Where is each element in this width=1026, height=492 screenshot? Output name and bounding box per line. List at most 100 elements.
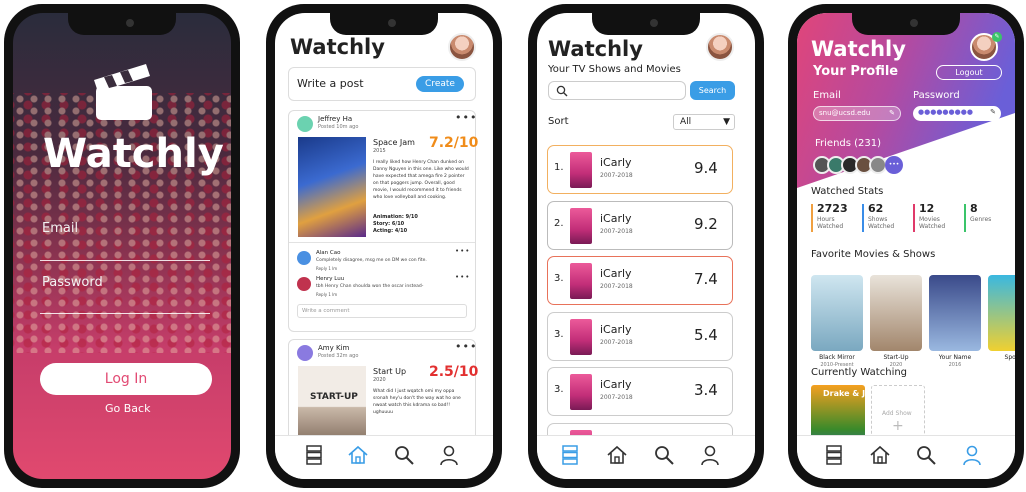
show-row[interactable]: 3. iCarly 2007-2018 5.4 (547, 311, 733, 361)
post-time: Posted 32m ago (318, 353, 359, 359)
show-years: 2007-2018 (600, 394, 633, 401)
stat-bar (862, 204, 864, 232)
email-label: Email (42, 221, 79, 236)
app-title: Watchly (811, 37, 906, 61)
search-icon[interactable] (915, 444, 937, 466)
sort-select[interactable]: All ▼ (673, 114, 735, 130)
movie-year: 2020 (373, 377, 386, 383)
password-field[interactable]: ●●●●●●●●● ✎ (913, 106, 1001, 121)
app-title: Watchly (43, 131, 224, 177)
movie-year: 2015 (373, 148, 386, 154)
rank: 3. (554, 273, 564, 284)
more-icon[interactable]: ••• (455, 111, 477, 124)
add-show-label: Add Show (882, 410, 912, 417)
show-score: 9.2 (694, 214, 718, 233)
section-title: Favorite Movies & Shows (811, 249, 936, 260)
profile-avatar[interactable] (706, 33, 734, 61)
rank: 1. (554, 162, 564, 173)
comment-user: Henry Luu (316, 276, 345, 282)
show-score: 7.4 (694, 270, 718, 288)
password-label: Password (42, 275, 103, 290)
email-label: Email (813, 90, 841, 101)
reply-link[interactable]: Reply 1 lm (316, 266, 337, 271)
create-button[interactable]: Create (416, 76, 464, 92)
post-user: Amy Kim (318, 344, 350, 352)
acting-rating: Acting: 4/10 (373, 228, 408, 234)
edit-icon[interactable]: ✎ (990, 108, 996, 116)
show-years: 2007-2018 (600, 283, 633, 290)
search-icon (556, 85, 568, 97)
friends-count[interactable]: Friends (231) (815, 138, 881, 149)
more-icon[interactable]: ••• (455, 273, 470, 281)
stat-bar (913, 204, 915, 232)
more-icon[interactable]: ••• (455, 340, 477, 353)
write-post-card[interactable]: Write a post Create (288, 67, 476, 101)
notch (852, 13, 960, 35)
logout-button[interactable]: Logout (936, 65, 1002, 80)
favorite-poster[interactable] (870, 275, 922, 351)
more-icon[interactable]: ••• (455, 247, 470, 255)
show-row[interactable]: 1. iCarly 2007-2018 9.4 (547, 145, 733, 194)
avatar (297, 251, 311, 265)
home-icon[interactable] (606, 444, 628, 466)
poster-title: START-UP (310, 392, 358, 402)
reply-link[interactable]: Reply 1 lm (316, 292, 337, 297)
favorite-poster[interactable] (988, 275, 1015, 351)
user-icon[interactable] (699, 444, 721, 466)
movie-title: Space Jam (373, 138, 415, 147)
edit-avatar-icon[interactable]: ✎ (992, 32, 1002, 42)
search-button[interactable]: Search (690, 81, 735, 100)
feed-screen: Watchly Write a post Create Jeffrey Ha P… (275, 13, 493, 479)
email-field[interactable] (40, 260, 210, 261)
bottom-nav (537, 435, 755, 479)
show-score: 9.4 (694, 159, 718, 177)
user-icon[interactable] (961, 444, 983, 466)
show-score: 5.4 (694, 325, 718, 344)
show-title: iCarly (600, 267, 632, 280)
more-friends-button[interactable]: ••• (885, 156, 903, 174)
search-icon[interactable] (653, 444, 675, 466)
favorite-poster[interactable] (811, 275, 863, 351)
search-input[interactable] (548, 81, 686, 100)
login-button[interactable]: Log In (40, 363, 212, 395)
password-field[interactable] (40, 313, 210, 314)
stat-bar (811, 204, 813, 232)
movie-score: 2.5/10 (429, 364, 479, 380)
favorite-years: 2016 (948, 362, 962, 368)
home-icon[interactable] (869, 444, 891, 466)
show-title: iCarly (600, 156, 632, 169)
email-value: snu@ucsd.edu (819, 109, 871, 117)
user-icon[interactable] (438, 444, 460, 466)
password-label: Password (913, 90, 960, 101)
home-icon[interactable] (347, 444, 369, 466)
stat-label: Shows Watched (868, 216, 895, 230)
stat-label: Genres (970, 216, 992, 223)
show-row[interactable]: 2. iCarly 2007-2018 9.2 (547, 200, 733, 250)
comment-text: tbh Henry Chan shoulda won the oscar ins… (316, 284, 424, 289)
movie-score: 7.2/10 (429, 135, 479, 151)
show-row[interactable]: 3. iCarly 2007-2018 7.4 (547, 256, 733, 305)
server-icon[interactable] (823, 444, 845, 466)
go-back-link[interactable]: Go Back (105, 402, 150, 415)
edit-icon[interactable]: ✎ (889, 109, 895, 117)
stat-value: 62 (868, 202, 884, 215)
favorite-poster[interactable] (929, 275, 981, 351)
show-row[interactable]: 3. iCarly 2007-2018 3.4 (547, 367, 733, 416)
favorite-title: Your Name (938, 354, 972, 361)
favorite-title: Spong (1004, 354, 1015, 361)
rank: 3. (554, 384, 564, 395)
search-icon[interactable] (393, 444, 415, 466)
server-icon[interactable] (559, 444, 581, 466)
show-title: iCarly (600, 211, 632, 225)
comment-input[interactable]: Write a comment (297, 304, 467, 318)
notch (330, 13, 438, 35)
avatar (297, 345, 313, 361)
show-poster (570, 374, 592, 410)
email-field[interactable]: snu@ucsd.edu ✎ (813, 106, 901, 121)
stat-value: 8 (970, 202, 978, 215)
bottom-nav (797, 435, 1015, 479)
show-poster (570, 207, 592, 244)
notch (592, 13, 700, 35)
server-icon[interactable] (303, 444, 325, 466)
profile-avatar[interactable] (448, 33, 476, 61)
